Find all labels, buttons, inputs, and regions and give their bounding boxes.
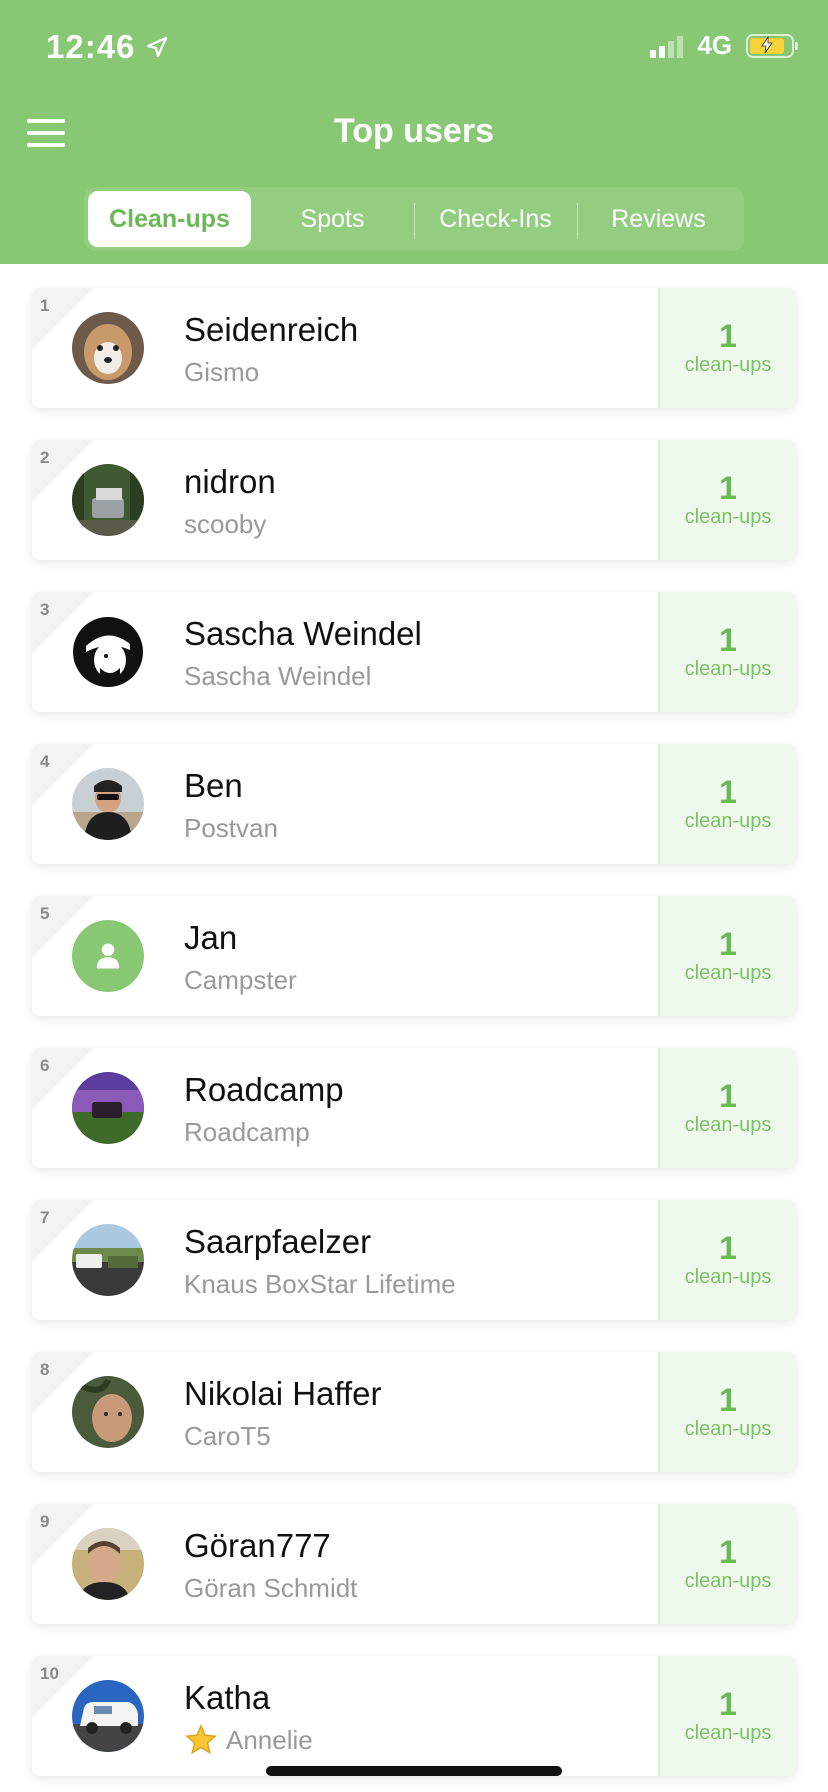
tab-check-ins[interactable]: Check-Ins bbox=[414, 191, 577, 247]
score-count: 1 bbox=[719, 1534, 737, 1570]
score-unit: clean-ups bbox=[684, 1722, 772, 1744]
rank-number: 5 bbox=[40, 904, 50, 923]
vehicle-name: CaroT5 bbox=[184, 1421, 271, 1451]
cell-signal-icon bbox=[650, 34, 684, 58]
score-box: 1 clean-ups bbox=[658, 744, 796, 864]
vehicle-name: Campster bbox=[184, 965, 297, 995]
star-icon bbox=[185, 1724, 217, 1755]
vehicle-name: Gismo bbox=[184, 357, 260, 387]
user-name: nidron bbox=[184, 463, 276, 500]
rank-number: 4 bbox=[40, 752, 50, 771]
vehicle-name: scooby bbox=[184, 509, 267, 539]
score-count: 1 bbox=[719, 470, 737, 506]
score-count: 1 bbox=[719, 318, 737, 354]
user-row-goran777[interactable]: 9 Göran777 Göran Schmidt 1 clean-ups bbox=[32, 1504, 796, 1624]
rank-number: 3 bbox=[40, 600, 50, 619]
score-box: 1 clean-ups bbox=[658, 1352, 796, 1472]
score-count: 1 bbox=[719, 1078, 737, 1114]
score-count: 1 bbox=[719, 1686, 737, 1722]
user-name: Nikolai Haffer bbox=[184, 1375, 382, 1412]
score-count: 1 bbox=[719, 774, 737, 810]
rank-number: 1 bbox=[40, 296, 50, 315]
user-row-katha[interactable]: 10 Katha Annelie 1 clean-ups bbox=[32, 1656, 796, 1776]
avatar bbox=[72, 1528, 144, 1600]
app-header: 12:46 4G Top users Clean-ups Spots Check… bbox=[0, 0, 828, 264]
score-unit: clean-ups bbox=[684, 1570, 772, 1592]
score-unit: clean-ups bbox=[684, 1418, 772, 1440]
score-unit: clean-ups bbox=[684, 962, 772, 984]
score-unit: clean-ups bbox=[684, 354, 772, 376]
user-name: Katha bbox=[184, 1679, 271, 1716]
rank-number: 10 bbox=[40, 1664, 59, 1683]
score-unit: clean-ups bbox=[684, 658, 772, 680]
score-box: 1 clean-ups bbox=[658, 896, 796, 1016]
user-name: Seidenreich bbox=[184, 311, 359, 348]
user-name: Saarpfaelzer bbox=[184, 1223, 372, 1260]
score-unit: clean-ups bbox=[684, 1114, 772, 1136]
score-count: 1 bbox=[719, 622, 737, 658]
score-box: 1 clean-ups bbox=[658, 1504, 796, 1624]
score-box: 1 clean-ups bbox=[658, 1656, 796, 1776]
rank-number: 2 bbox=[40, 448, 50, 467]
tab-reviews[interactable]: Reviews bbox=[577, 191, 740, 247]
page-title: Top users bbox=[334, 112, 494, 150]
score-unit: clean-ups bbox=[684, 810, 772, 832]
network-type: 4G bbox=[697, 30, 732, 60]
vehicle-name: Knaus BoxStar Lifetime bbox=[184, 1269, 456, 1299]
vehicle-name: Postvan bbox=[184, 813, 278, 843]
user-row-ben[interactable]: 4 Ben Postvan 1 clean-ups bbox=[32, 744, 796, 864]
rank-number: 7 bbox=[40, 1208, 50, 1227]
avatar bbox=[72, 464, 144, 536]
score-count: 1 bbox=[719, 1382, 737, 1418]
avatar bbox=[72, 1376, 144, 1448]
location-arrow-icon bbox=[147, 36, 168, 58]
score-box: 1 clean-ups bbox=[658, 288, 796, 408]
user-name: Jan bbox=[184, 919, 238, 956]
user-row-nikolai-haffer[interactable]: 8 Nikolai Haffer CaroT5 1 clean-ups bbox=[32, 1352, 796, 1472]
user-row-jan[interactable]: 5 Jan Campster 1 clean-ups bbox=[32, 896, 796, 1016]
user-name: Göran777 bbox=[184, 1527, 331, 1564]
user-name: Sascha Weindel bbox=[184, 615, 422, 652]
user-leaderboard-list: 1 Seidenreich Gismo 1 clean-ups 2 nidron… bbox=[32, 288, 796, 1792]
score-count: 1 bbox=[719, 1230, 737, 1266]
avatar bbox=[72, 1224, 144, 1296]
score-box: 1 clean-ups bbox=[658, 1200, 796, 1320]
tab-clean-ups[interactable]: Clean-ups bbox=[88, 191, 251, 247]
tab-bar: Clean-ups Spots Check-Ins Reviews bbox=[84, 187, 744, 251]
tab-spots[interactable]: Spots bbox=[251, 191, 414, 247]
user-row-seidenreich[interactable]: 1 Seidenreich Gismo 1 clean-ups bbox=[32, 288, 796, 408]
avatar bbox=[72, 616, 144, 688]
rank-number: 8 bbox=[40, 1360, 50, 1379]
charging-bolt-icon bbox=[761, 35, 773, 53]
rank-number: 9 bbox=[40, 1512, 50, 1531]
score-box: 1 clean-ups bbox=[658, 1048, 796, 1168]
home-indicator[interactable] bbox=[266, 1766, 562, 1776]
avatar bbox=[72, 768, 144, 840]
avatar bbox=[72, 312, 144, 384]
score-box: 1 clean-ups bbox=[658, 592, 796, 712]
avatar bbox=[72, 1680, 144, 1752]
user-row-roadcamp[interactable]: 6 Roadcamp Roadcamp 1 clean-ups bbox=[32, 1048, 796, 1168]
vehicle-name: Göran Schmidt bbox=[184, 1573, 358, 1603]
score-unit: clean-ups bbox=[684, 506, 772, 528]
user-row-saarpfaelzer[interactable]: 7 Saarpfaelzer Knaus BoxStar Lifetime 1 … bbox=[32, 1200, 796, 1320]
user-row-nidron[interactable]: 2 nidron scooby 1 clean-ups bbox=[32, 440, 796, 560]
score-unit: clean-ups bbox=[684, 1266, 772, 1288]
vehicle-name: Annelie bbox=[184, 1722, 313, 1758]
user-row-sascha-weindel[interactable]: 3 Sascha Weindel Sascha Weindel 1 clean-… bbox=[32, 592, 796, 712]
status-time: 12:46 bbox=[46, 28, 169, 66]
user-name: Ben bbox=[184, 767, 243, 804]
default-user-icon bbox=[72, 920, 144, 992]
status-indicators: 4G bbox=[650, 30, 798, 61]
status-time-text: 12:46 bbox=[46, 28, 136, 65]
rank-number: 6 bbox=[40, 1056, 50, 1075]
user-name: Roadcamp bbox=[184, 1071, 344, 1108]
score-box: 1 clean-ups bbox=[658, 440, 796, 560]
score-count: 1 bbox=[719, 926, 737, 962]
avatar bbox=[72, 1072, 144, 1144]
vehicle-name: Roadcamp bbox=[184, 1117, 310, 1147]
battery-icon bbox=[746, 33, 798, 58]
vehicle-name: Sascha Weindel bbox=[184, 661, 372, 691]
